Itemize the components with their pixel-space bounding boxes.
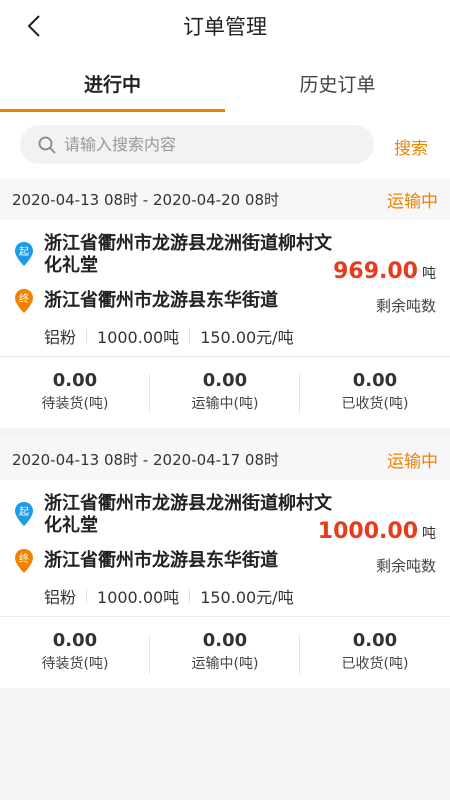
meta-separator: [86, 589, 88, 603]
cargo-meta: 铝粉 1000.00吨 150.00元/吨: [44, 324, 294, 348]
start-address: 浙江省衢州市龙游县龙洲街道柳村文化礼堂: [44, 493, 332, 536]
stat-label: 运输中(吨): [191, 396, 259, 412]
remaining-amount: 1000.00 吨: [318, 519, 436, 544]
tab-history[interactable]: 历史订单: [225, 54, 450, 112]
order-status: 运输中: [387, 192, 438, 212]
stat-value: 0.00: [52, 630, 98, 651]
stat-received: 0.00 已收货(吨): [300, 630, 450, 673]
cargo-price: 150.00元/吨: [200, 588, 294, 607]
order-card-header: 2020-04-13 08时 - 2020-04-17 08时 运输中: [0, 438, 450, 480]
amount-value: 1000.00: [317, 519, 418, 544]
meta-separator: [189, 589, 191, 603]
order-card[interactable]: 2020-04-13 08时 - 2020-04-20 08时 运输中 起 浙江…: [0, 178, 450, 428]
search-row: 搜索: [0, 112, 450, 178]
stat-label: 已收货(吨): [341, 656, 409, 672]
cargo-price: 150.00元/吨: [200, 328, 294, 347]
stat-in-transit: 0.00 运输中(吨): [150, 630, 300, 673]
stat-label: 待装货(吨): [41, 656, 109, 672]
start-pin-icon: 起: [15, 502, 33, 526]
stat-in-transit: 0.00 运输中(吨): [150, 370, 300, 413]
end-pin-icon: 终: [15, 289, 33, 313]
end-badge: 终: [19, 292, 29, 305]
start-badge: 起: [19, 246, 29, 258]
stat-label: 运输中(吨): [191, 656, 259, 672]
stat-pending: 0.00 待装货(吨): [0, 630, 150, 673]
end-badge: 终: [19, 552, 29, 565]
stat-received: 0.00 已收货(吨): [300, 370, 450, 413]
card-divider: [0, 356, 450, 357]
search-box[interactable]: [20, 125, 374, 164]
stat-label: 已收货(吨): [341, 396, 409, 412]
start-pin-icon: 起: [15, 242, 33, 266]
stat-value: 0.00: [352, 370, 398, 391]
order-date-range: 2020-04-13 08时 - 2020-04-20 08时: [12, 191, 280, 209]
amount-unit: 吨: [422, 266, 436, 282]
end-address: 浙江省衢州市龙游县东华街道: [44, 290, 278, 311]
amount-label: 剩余吨数: [375, 297, 436, 315]
search-input[interactable]: [64, 135, 344, 154]
cargo-material: 铝粉: [44, 328, 77, 347]
search-icon: [38, 136, 56, 153]
start-badge: 起: [19, 506, 29, 518]
cargo-weight: 1000.00吨: [97, 328, 180, 347]
amount-value: 969.00: [333, 259, 418, 284]
stat-label: 待装货(吨): [41, 396, 109, 412]
meta-separator: [189, 329, 191, 343]
order-card-header: 2020-04-13 08时 - 2020-04-20 08时 运输中: [0, 178, 450, 220]
tab-bar: 进行中 历史订单: [0, 54, 450, 112]
stat-value: 0.00: [202, 630, 248, 651]
cargo-weight: 1000.00吨: [97, 588, 180, 607]
stat-value: 0.00: [52, 370, 98, 391]
stat-value: 0.00: [352, 630, 398, 651]
stat-value: 0.00: [202, 370, 248, 391]
end-pin-icon: 终: [15, 549, 33, 573]
end-address: 浙江省衢州市龙游县东华街道: [44, 550, 278, 571]
cargo-meta: 铝粉 1000.00吨 150.00元/吨: [44, 584, 294, 608]
order-date-range: 2020-04-13 08时 - 2020-04-17 08时: [12, 451, 280, 469]
amount-unit: 吨: [422, 526, 436, 542]
search-button[interactable]: 搜索: [394, 134, 428, 159]
page-title: 订单管理: [183, 15, 267, 39]
meta-separator: [86, 329, 88, 343]
cargo-material: 铝粉: [44, 588, 77, 607]
stat-pending: 0.00 待装货(吨): [0, 370, 150, 413]
tab-in-progress[interactable]: 进行中: [0, 54, 225, 112]
order-status: 运输中: [387, 452, 438, 472]
remaining-amount: 969.00 吨: [333, 259, 436, 284]
order-card[interactable]: 2020-04-13 08时 - 2020-04-17 08时 运输中 起 浙江…: [0, 438, 450, 688]
start-address: 浙江省衢州市龙游县龙洲街道柳村文化礼堂: [44, 233, 332, 276]
amount-label: 剩余吨数: [375, 557, 436, 575]
top-bar: 订单管理: [0, 0, 450, 54]
card-divider: [0, 616, 450, 617]
